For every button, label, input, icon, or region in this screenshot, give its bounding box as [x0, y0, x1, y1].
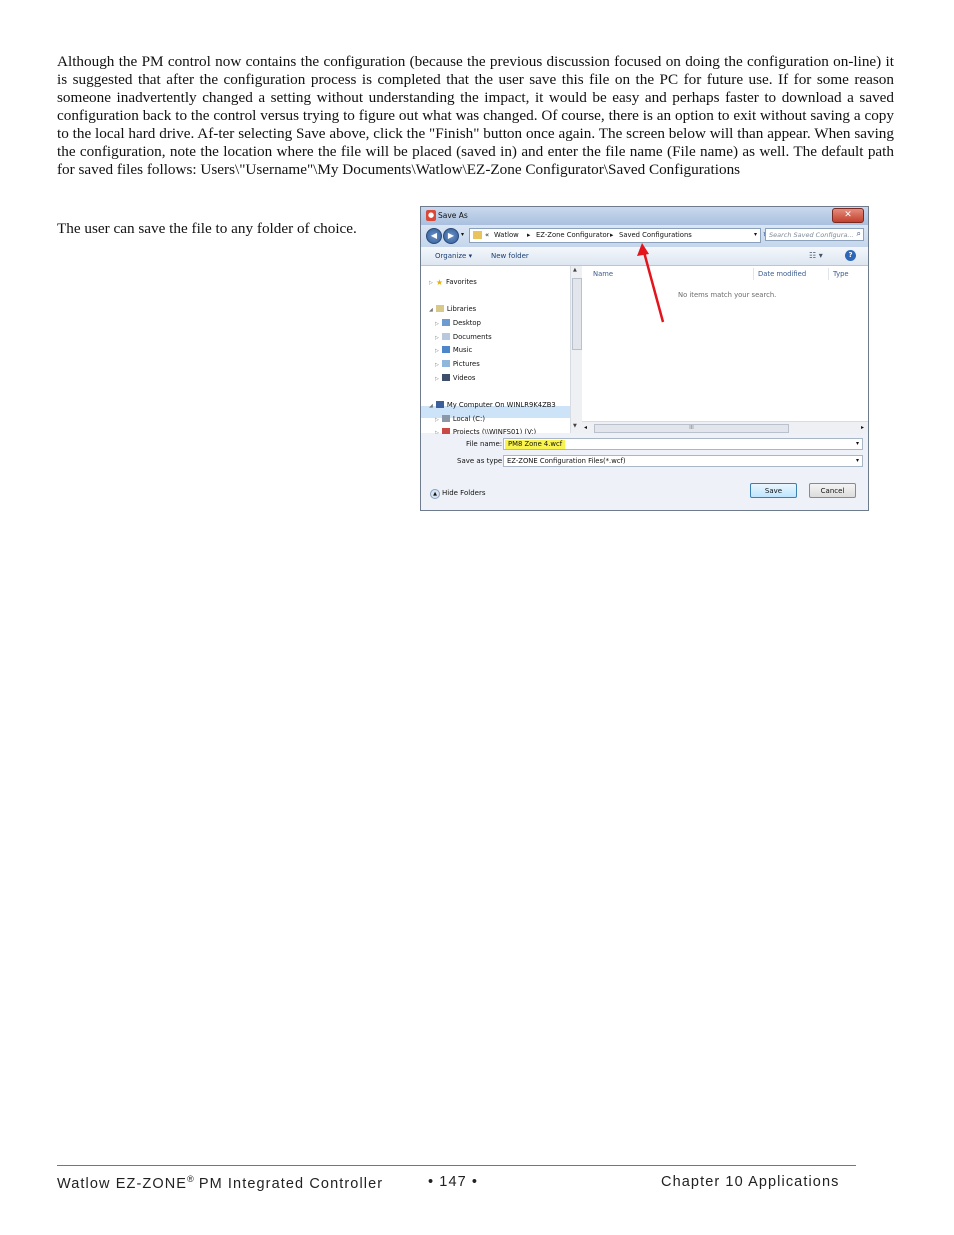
hide-folders-button[interactable]: ▲ Hide Folders — [430, 489, 485, 499]
title-bar: ● Save As ✕ — [421, 207, 868, 225]
hide-folders-label: Hide Folders — [442, 489, 486, 497]
nav-label: Pictures — [452, 360, 480, 368]
new-folder-button[interactable]: New folder — [491, 252, 529, 260]
breadcrumb-saved-configurations[interactable]: Saved Configurations — [619, 231, 692, 239]
nav-label: Music — [452, 346, 473, 354]
nav-label: Libraries — [446, 305, 477, 313]
column-type[interactable]: Type — [833, 270, 849, 278]
scroll-left-icon[interactable]: ◂ — [584, 424, 587, 431]
scroll-right-icon[interactable]: ▸ — [861, 424, 864, 431]
file-list: Name Date modified Type No items match y… — [582, 266, 868, 421]
address-bar[interactable]: « Watlow ▸ EZ-Zone Configurator ▸ Saved … — [469, 228, 761, 243]
nav-item-music[interactable]: ▷ Music — [435, 346, 472, 354]
arrow-head — [637, 243, 649, 256]
nav-item-favorites[interactable]: ▷ ★ Favorites — [429, 278, 477, 287]
help-icon[interactable]: ? — [845, 250, 856, 261]
save-form: File name: PM8 Zone 4.wcf ▾ Save as type… — [421, 434, 868, 510]
videos-icon — [441, 374, 450, 381]
back-button[interactable]: ◀ — [426, 228, 442, 244]
view-options-icon[interactable]: ☷ ▾ — [809, 251, 823, 260]
column-divider — [753, 268, 754, 280]
footer-chapter: Chapter 10 Applications — [661, 1174, 840, 1190]
organize-button[interactable]: Organize ▾ — [435, 252, 472, 260]
chevron-right-icon: ▸ — [527, 231, 531, 239]
cancel-button[interactable]: Cancel — [809, 483, 856, 498]
body-paragraph: Although the PM control now contains the… — [57, 53, 894, 178]
annotation-arrow — [637, 243, 665, 323]
page-number: • 147 • — [428, 1174, 479, 1190]
column-divider — [828, 268, 829, 280]
body-paragraph-2: The user can save the file to any folder… — [57, 220, 357, 237]
dialog-title: Save As — [438, 211, 468, 220]
chevron-up-icon: ▲ — [430, 489, 440, 499]
nav-label: Favorites — [446, 278, 477, 286]
footer-product: PM Integrated Controller — [193, 1175, 384, 1192]
empty-message: No items match your search. — [678, 291, 777, 299]
save-as-type-label: Save as type: — [457, 457, 505, 465]
address-dropdown-icon[interactable]: ▾ — [754, 231, 757, 238]
save-as-type-select[interactable]: EZ-ZONE Configuration Files(*.wcf) ▾ — [503, 455, 863, 467]
nav-label: Desktop — [452, 319, 481, 327]
music-icon — [441, 346, 450, 353]
file-name-value[interactable]: PM8 Zone 4.wcf — [505, 440, 566, 449]
nav-item-libraries[interactable]: ◢ Libraries — [429, 305, 476, 313]
horizontal-scrollbar[interactable]: ◂ III ▸ — [582, 421, 868, 434]
app-icon: ● — [426, 210, 436, 221]
save-as-type-value: EZ-ZONE Configuration Files(*.wcf) — [507, 457, 626, 465]
arrow-shaft — [642, 251, 665, 323]
nav-item-computer[interactable]: ◢ My Computer On WINLR9K4ZB3 — [429, 401, 556, 409]
chevron-down-icon[interactable]: ▾ — [856, 440, 859, 447]
drive-icon — [441, 415, 450, 422]
registered-mark: ® — [187, 1174, 194, 1184]
navigation-pane: ▷ ★ Favorites ◢ Libraries ▷ Desktop ▷ Documen… — [421, 266, 570, 436]
file-name-label: File name: — [466, 440, 503, 448]
desktop-icon — [441, 319, 450, 326]
file-name-field[interactable]: PM8 Zone 4.wcf ▾ — [503, 438, 863, 450]
forward-button[interactable]: ▶ — [443, 228, 459, 244]
computer-icon — [435, 401, 444, 408]
scroll-thumb[interactable] — [572, 278, 582, 350]
recent-pages-dropdown[interactable]: ▾ — [461, 231, 464, 238]
search-input[interactable]: Search Saved Configura... ⌕ — [765, 228, 864, 241]
close-button[interactable]: ✕ — [832, 208, 864, 223]
scroll-down-icon[interactable]: ▼ — [573, 423, 577, 429]
chevron-right-icon: ▸ — [610, 231, 614, 239]
breadcrumb-watlow[interactable]: Watlow — [494, 231, 519, 239]
nav-label: Documents — [452, 333, 492, 341]
nav-item-local-drive[interactable]: ▷ Local (C:) — [435, 415, 485, 423]
scroll-thumb[interactable]: III — [594, 424, 789, 433]
documents-icon — [441, 333, 450, 340]
footer-brand: Watlow EZ-ZONE — [57, 1175, 188, 1192]
column-date-modified[interactable]: Date modified — [758, 270, 806, 278]
breadcrumb-ez-zone-configurator[interactable]: EZ-Zone Configurator — [536, 231, 609, 239]
nav-label: Videos — [452, 374, 476, 382]
library-icon — [435, 305, 444, 312]
nav-item-pictures[interactable]: ▷ Pictures — [435, 360, 480, 368]
pictures-icon — [441, 360, 450, 367]
nav-item-videos[interactable]: ▷ Videos — [435, 374, 475, 382]
column-name[interactable]: Name — [593, 270, 613, 278]
nav-label: My Computer On WINLR9K4ZB3 — [446, 401, 556, 409]
nav-label: Local (C:) — [452, 415, 485, 423]
nav-scrollbar[interactable]: ▲ ▼ — [570, 266, 582, 433]
nav-item-documents[interactable]: ▷ Documents — [435, 333, 492, 341]
footer-title: Watlow EZ-ZONE® PM Integrated Controller — [57, 1174, 383, 1192]
breadcrumb-overflow[interactable]: « — [485, 231, 489, 239]
save-button[interactable]: Save — [750, 483, 797, 498]
scroll-up-icon[interactable]: ▲ — [573, 267, 577, 273]
nav-item-desktop[interactable]: ▷ Desktop — [435, 319, 481, 327]
search-placeholder: Search Saved Configura... — [769, 231, 854, 239]
footer-rule — [57, 1165, 856, 1166]
chevron-down-icon[interactable]: ▾ — [856, 457, 859, 464]
folder-icon — [473, 231, 482, 239]
star-icon: ★ — [435, 278, 444, 287]
search-icon[interactable]: ⌕ — [857, 229, 861, 239]
